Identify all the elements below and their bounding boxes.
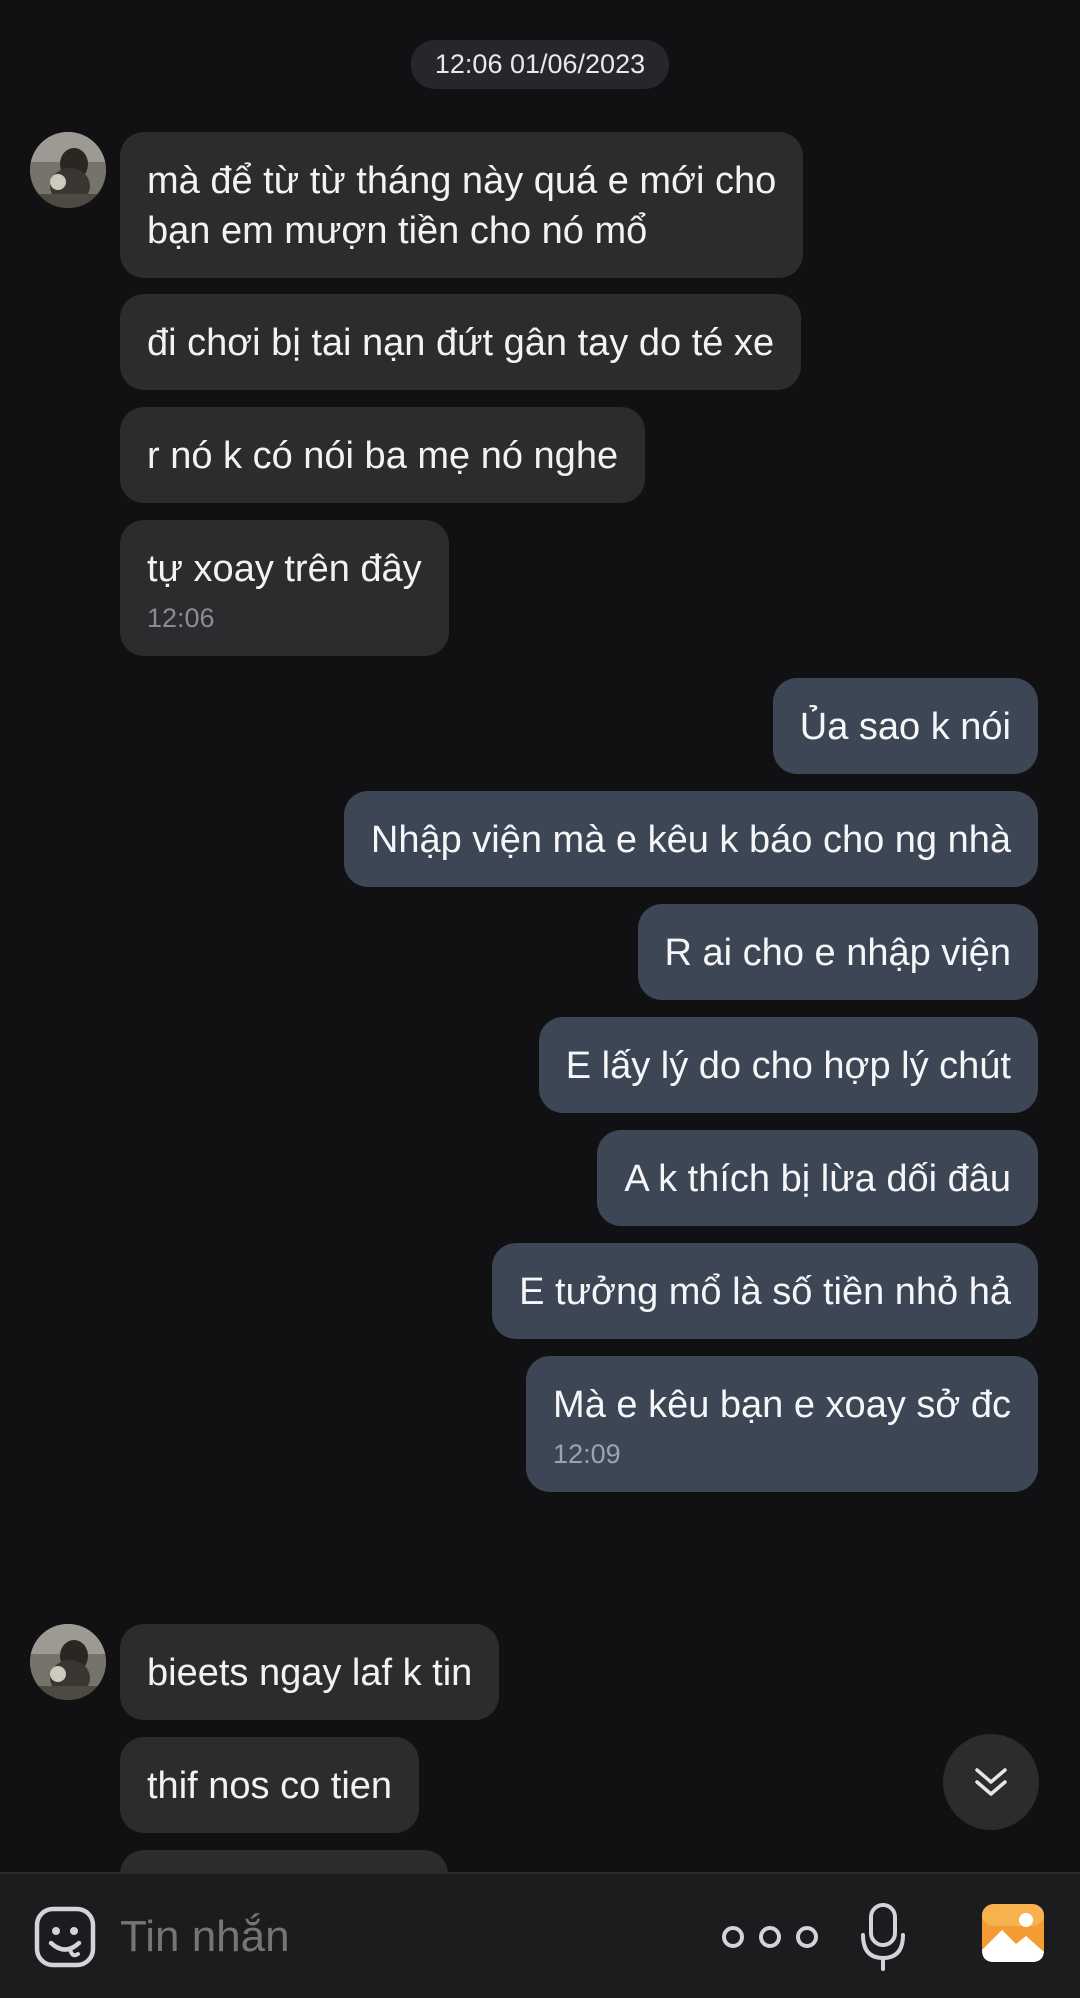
message-text: A k thích bị lừa dối đâu	[624, 1158, 1011, 1200]
message-time: 12:09	[553, 1439, 621, 1469]
message-input[interactable]	[120, 1904, 680, 1970]
contact-avatar[interactable]	[30, 1624, 106, 1700]
message-text: E lấy lý do cho hợp lý chút	[565, 1045, 1011, 1087]
message-bubble-outgoing[interactable]: E lấy lý do cho hợp lý chút	[538, 1017, 1038, 1113]
scroll-down-icon	[975, 1768, 1007, 1796]
message-bubble-incoming-partial[interactable]	[120, 1850, 448, 1872]
message-text: mà để từ từ tháng này quá e mới cho bạn …	[147, 160, 777, 252]
message-text: tự xoay trên đây	[147, 548, 422, 590]
message-bubble-outgoing[interactable]: E tưởng mổ là số tiền nhỏ hả	[492, 1243, 1038, 1339]
message-bubble-outgoing[interactable]: Nhập viện mà e kêu k báo cho ng nhà	[343, 791, 1038, 887]
message-bubble-incoming[interactable]: tự xoay trên đây 12:06	[120, 520, 449, 656]
message-text: Ủa sao k nói	[799, 706, 1011, 748]
sticker-face-icon[interactable]	[32, 1904, 98, 1970]
message-bubble-incoming[interactable]: thif nos co tien	[120, 1737, 420, 1833]
message-input-bar	[0, 1872, 1080, 1998]
scroll-down-button[interactable]	[943, 1734, 1039, 1830]
message-bubble-outgoing[interactable]: R ai cho e nhập viện	[637, 904, 1038, 1000]
message-bubble-incoming[interactable]: r nó k có nói ba mẹ nó nghe	[120, 407, 646, 503]
message-bubble-incoming[interactable]: bieets ngay laf k tin	[120, 1624, 500, 1720]
message-text: r nó k có nói ba mẹ nó nghe	[147, 435, 619, 477]
message-text: thif nos co tien	[147, 1765, 393, 1807]
message-bubble-outgoing[interactable]: A k thích bị lừa dối đâu	[597, 1130, 1038, 1226]
message-text: bieets ngay laf k tin	[147, 1652, 473, 1694]
message-time: 12:06	[147, 603, 215, 633]
message-bubble-incoming[interactable]: mà để từ từ tháng này quá e mới cho bạn …	[120, 132, 804, 278]
message-bubble-outgoing[interactable]: Mà e kêu bạn e xoay sở đc 12:09	[526, 1356, 1038, 1492]
message-text: Nhập viện mà e kêu k báo cho ng nhà	[370, 819, 1011, 861]
message-text: R ai cho e nhập viện	[664, 932, 1011, 974]
message-bubble-incoming[interactable]: đi chơi bị tai nạn đứt gân tay do té xe	[120, 294, 802, 390]
gallery-image-icon[interactable]	[980, 1900, 1046, 1966]
message-text: Mà e kêu bạn e xoay sở đc	[553, 1384, 1011, 1426]
message-text: E tưởng mổ là số tiền nhỏ hả	[519, 1271, 1011, 1313]
more-dots-icon[interactable]	[715, 1914, 825, 1960]
message-text: đi chơi bị tai nạn đứt gân tay do té xe	[147, 322, 775, 364]
message-bubble-outgoing[interactable]: Ủa sao k nói	[772, 678, 1038, 774]
chat-area[interactable]: 12:06 01/06/2023 mà để từ từ tháng này q…	[0, 0, 1080, 1872]
microphone-icon[interactable]	[860, 1902, 906, 1972]
date-divider: 12:06 01/06/2023	[410, 40, 670, 89]
contact-avatar[interactable]	[30, 132, 106, 208]
